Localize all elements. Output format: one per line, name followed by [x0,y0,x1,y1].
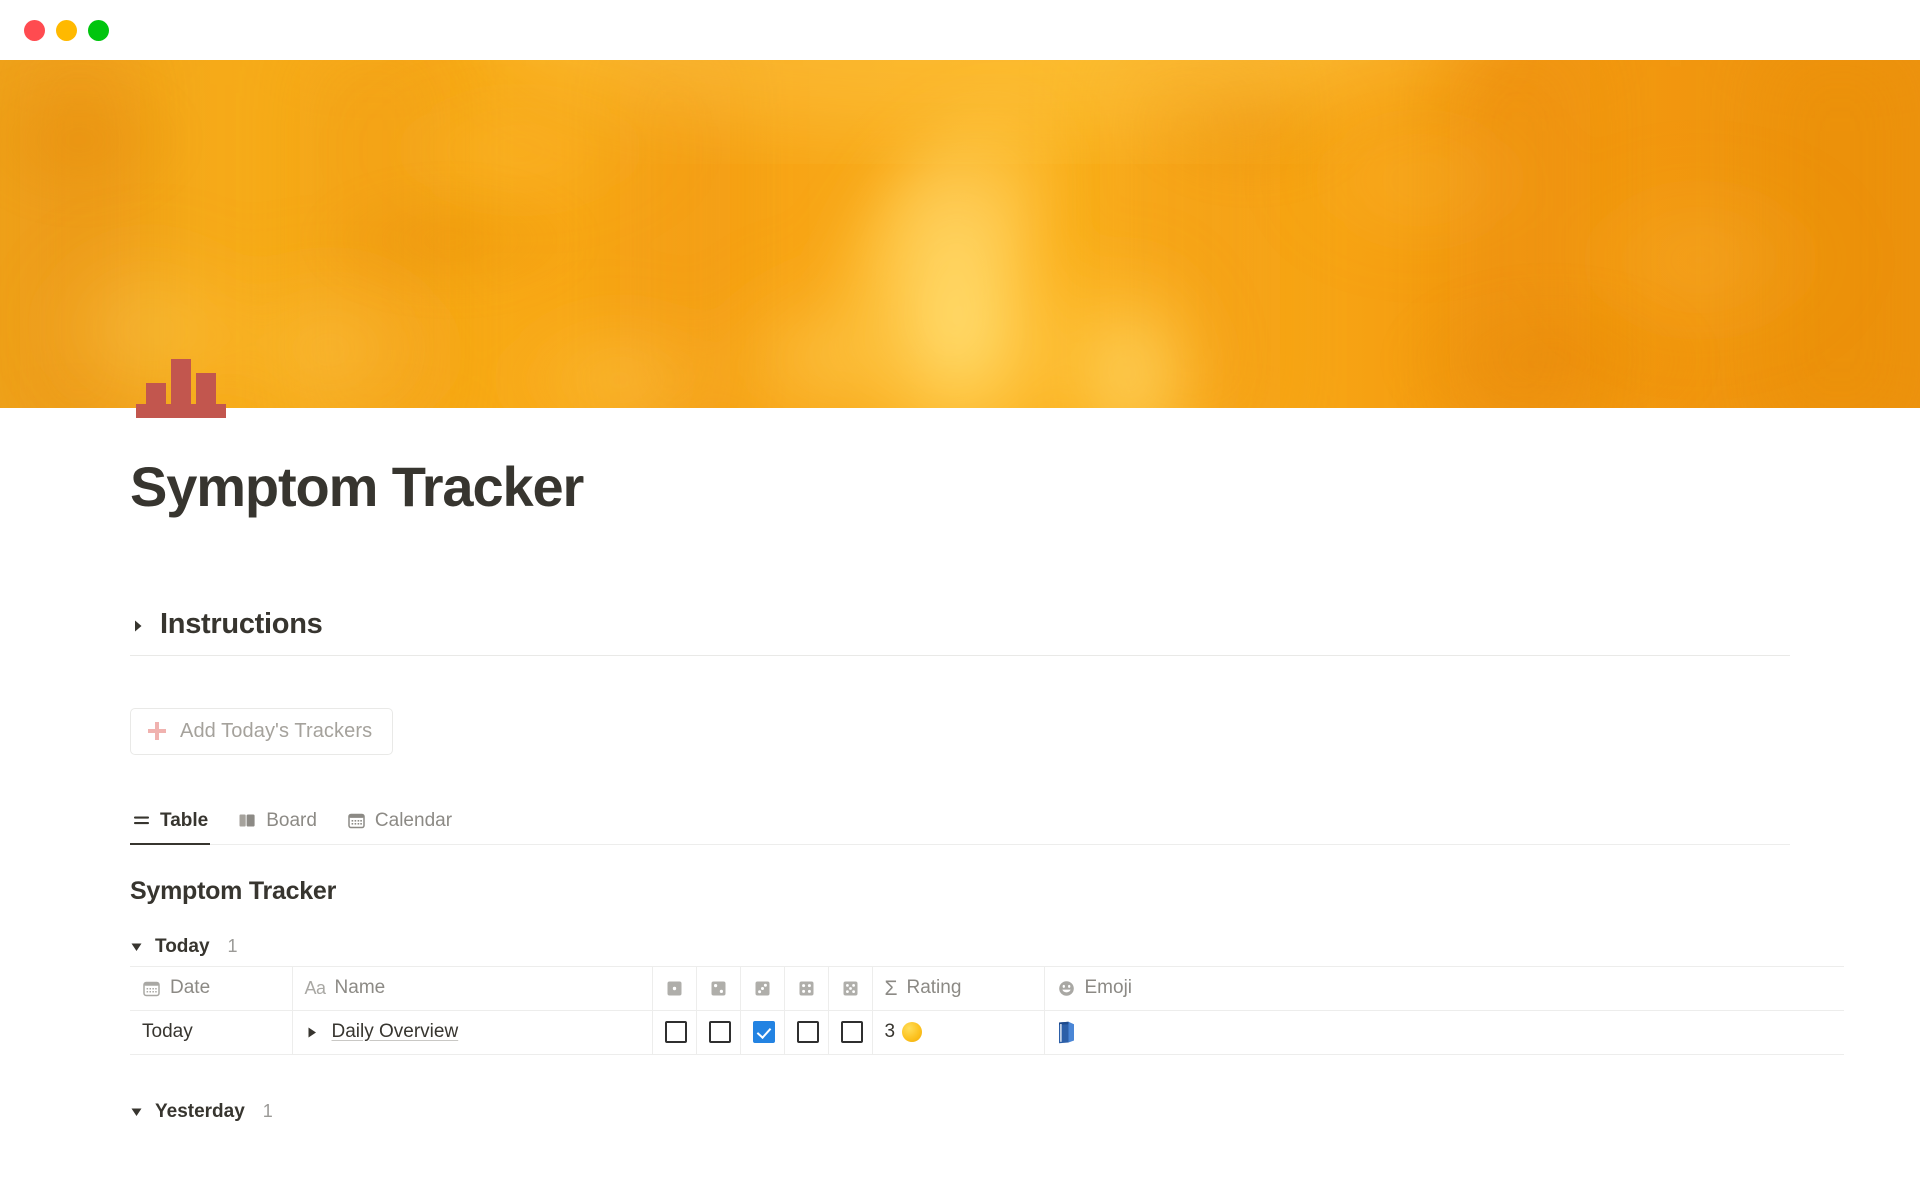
add-button-label: Add Today's Trackers [180,719,373,742]
cell-rating: 3 [872,1010,1045,1055]
column-header-name-label: Name [334,977,386,999]
tab-board[interactable]: Board [236,806,319,845]
table-body: Today Daily Overview 3 [130,1010,1844,1055]
minimize-window-button[interactable] [56,19,77,41]
board-icon [238,811,257,830]
cell-date[interactable]: Today [130,1010,293,1055]
maximize-window-button[interactable] [88,19,109,41]
plus-icon [147,721,167,741]
checkbox-2[interactable] [708,1021,731,1044]
group-name-yesterday: Yesterday [155,1100,245,1122]
cell-name[interactable]: Daily Overview [292,1010,653,1055]
column-header-emoji[interactable]: Emoji [1044,965,1844,1011]
column-header-dice-5[interactable] [828,965,873,1011]
table-row[interactable]: Today Daily Overview 3 [130,1010,1844,1055]
column-header-name[interactable]: Aa Name [292,965,653,1011]
tab-table-label: Table [160,809,209,831]
group-count-today: 1 [227,936,238,957]
dice-5-icon [841,979,860,998]
group-count-yesterday: 1 [262,1101,273,1122]
dice-1-icon [665,979,684,998]
sigma-icon: Σ [884,976,898,1000]
blue-book-icon [1057,1021,1833,1044]
page-content-column-2: Add Today's Trackers Table Board Calenda… [130,656,1844,1131]
group-name-today: Today [155,935,210,957]
column-header-dice-3[interactable] [740,965,785,1011]
column-header-emoji-label: Emoji [1084,977,1133,999]
page-body: Symptom Tracker Instructions Add Today's… [0,359,1920,1131]
chevron-right-icon[interactable] [130,618,146,634]
window-titlebar [0,0,1920,60]
expand-row-icon[interactable] [305,1026,318,1039]
rating-dot-icon [902,1022,923,1043]
bar-chart-icon[interactable] [133,346,231,424]
tab-board-label: Board [266,809,317,831]
database-title[interactable]: Symptom Tracker [130,877,1790,906]
cell-checkbox-2[interactable] [696,1010,741,1055]
page-title: Symptom Tracker [130,455,584,518]
page-cover-image[interactable] [0,60,1920,408]
group-header-today[interactable]: Today 1 [130,936,1790,966]
database-view-tabs: Table Board Calendar [130,805,1790,845]
checkbox-1[interactable] [664,1021,687,1044]
tab-calendar[interactable]: Calendar [345,806,454,845]
column-header-date-label: Date [170,977,211,999]
instructions-label: Instructions [160,607,323,640]
page-content-column: Symptom Tracker Instructions [130,408,1790,655]
smiley-icon [1057,979,1076,998]
tab-calendar-label: Calendar [374,809,453,831]
cell-date-value: Today [142,1021,193,1043]
checkbox-4[interactable] [796,1021,819,1044]
checkbox-3[interactable] [752,1021,775,1044]
cell-checkbox-4[interactable] [784,1010,829,1055]
calendar-icon [347,811,366,830]
cell-checkbox-5[interactable] [828,1010,873,1055]
chevron-down-icon[interactable] [130,940,143,953]
column-header-rating[interactable]: Σ Rating [872,965,1045,1011]
checkbox-5[interactable] [840,1021,863,1044]
close-window-button[interactable] [24,19,45,41]
dice-4-icon [797,979,816,998]
column-header-dice-1[interactable] [652,965,697,1011]
cell-rating-value: 3 [884,1021,896,1043]
column-header-date[interactable]: Date [130,965,293,1011]
cover-artwork [0,60,1920,408]
table-header: Date Aa Name Σ Rating Emoji [130,965,1844,1011]
calendar-icon [142,979,161,998]
chevron-down-icon[interactable] [130,1105,143,1118]
cell-checkbox-1[interactable] [652,1010,697,1055]
table-icon [132,811,151,830]
add-todays-trackers-button[interactable]: Add Today's Trackers [130,707,394,755]
column-header-rating-label: Rating [906,977,962,999]
dice-2-icon [709,979,728,998]
tab-table[interactable]: Table [130,806,211,845]
dice-3-icon [753,979,772,998]
aa-icon: Aa [304,977,327,998]
bar-chart-glyph [136,359,226,418]
cell-name-value[interactable]: Daily Overview [332,1021,459,1043]
column-header-dice-2[interactable] [696,965,741,1011]
table-header-row: Date Aa Name Σ Rating Emoji [130,965,1844,1011]
column-header-dice-4[interactable] [784,965,829,1011]
cell-checkbox-3[interactable] [740,1010,785,1055]
cell-emoji[interactable] [1044,1010,1844,1055]
group-header-yesterday[interactable]: Yesterday 1 [130,1101,1790,1131]
symptom-tracker-table: Date Aa Name Σ Rating Emoji Today Daily … [130,965,1844,1055]
instructions-toggle[interactable]: Instructions [130,608,1790,655]
